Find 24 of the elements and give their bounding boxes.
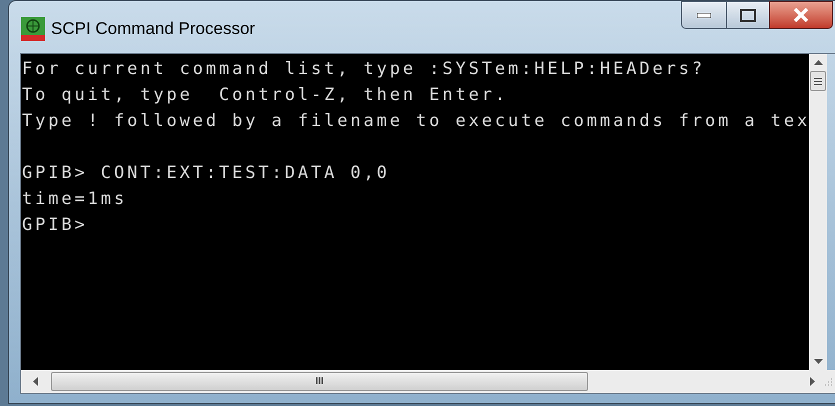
console-line: Type ! followed by a filename to execute commands from a tex	[22, 110, 809, 133]
scroll-up-icon	[814, 60, 822, 65]
scrollbar-thumb[interactable]	[810, 71, 826, 91]
maximize-button[interactable]	[727, 1, 769, 29]
window-title: SCPI Command Processor	[51, 18, 256, 40]
console-line: GPIB> CONT:EXT:TEST:DATA 0,0	[22, 162, 391, 185]
app-icon	[21, 17, 45, 41]
scroll-left-icon	[33, 377, 38, 386]
grip-icon	[814, 78, 822, 84]
minimize-icon	[697, 12, 711, 18]
vertical-scrollbar[interactable]	[809, 54, 827, 370]
scrollbar-thumb[interactable]: III	[51, 372, 588, 391]
console-line: GPIB>	[22, 214, 89, 237]
scroll-right-icon	[810, 377, 815, 386]
console-line: To quit, type Control-Z, then Enter.	[22, 84, 509, 107]
console-line: For current command list, type :SYSTem:HELP:HEADers?	[22, 58, 706, 81]
scroll-down-icon	[814, 359, 822, 364]
close-button[interactable]	[769, 1, 833, 29]
horizontal-scrollbar[interactable]: III	[21, 370, 835, 393]
close-icon	[793, 8, 809, 22]
minimize-button[interactable]	[681, 1, 727, 29]
maximize-icon	[740, 8, 756, 22]
console-line: time=1ms	[22, 188, 128, 211]
resize-grip-icon	[823, 376, 833, 386]
